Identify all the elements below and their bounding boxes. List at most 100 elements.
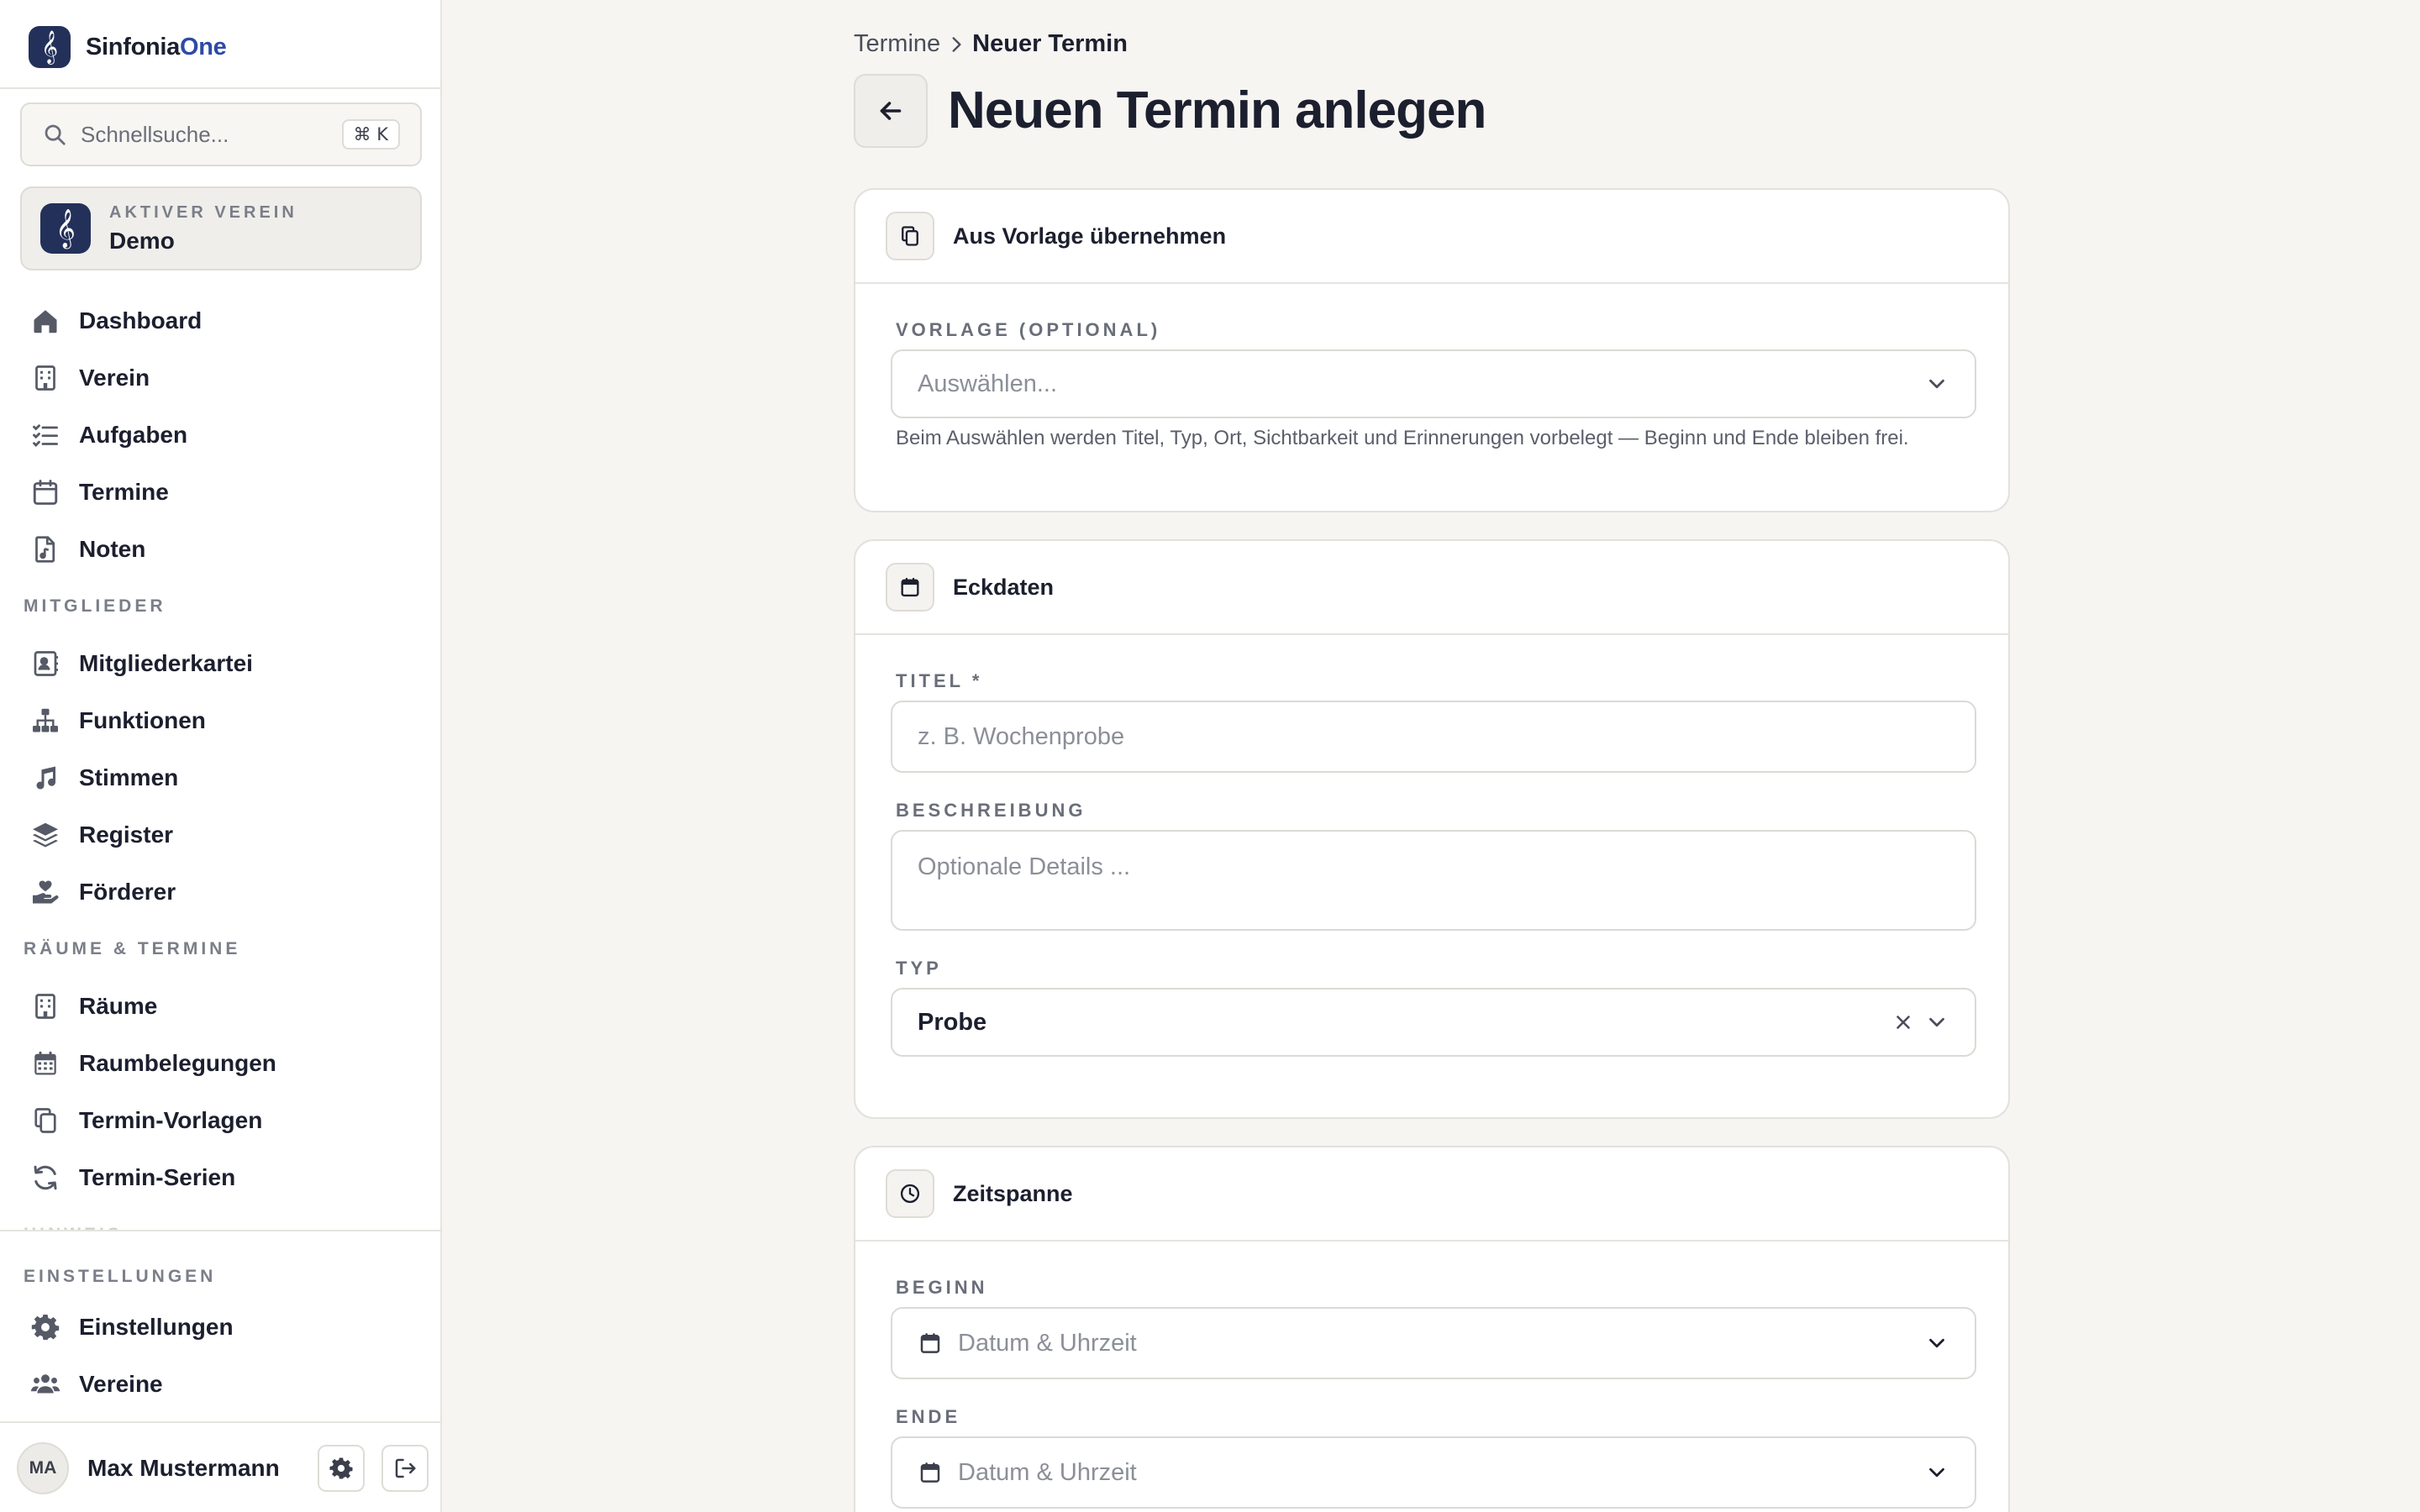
divider — [0, 1230, 440, 1231]
chevron-down-icon — [1929, 1467, 1944, 1478]
template-select-placeholder: Auswählen... — [918, 370, 1058, 397]
logout-button[interactable] — [381, 1445, 429, 1492]
start-datetime-picker[interactable]: Datum & Uhrzeit — [891, 1307, 1976, 1379]
active-club-name: Demo — [109, 227, 175, 254]
end-datetime-picker[interactable]: Datum & Uhrzeit — [891, 1436, 1976, 1509]
title-input-placeholder: z. B. Wochenprobe — [918, 722, 1125, 750]
contact-card-icon — [34, 651, 58, 676]
calendar-icon — [33, 480, 58, 505]
sidebar-item-stimmen[interactable]: Stimmen — [30, 754, 178, 801]
description-textarea[interactable]: Optionale Details ... — [891, 830, 1976, 931]
treble-clef-logo-icon: 𝄞 — [29, 26, 71, 68]
brand[interactable]: 𝄞 SinfoniaOne — [29, 25, 227, 69]
clock-icon — [886, 1169, 934, 1218]
calendar-icon — [886, 563, 934, 612]
timespan-card: Zeitspanne BEGINN Datum & Uhrzeit ENDE D… — [854, 1146, 2010, 1512]
section-heading-settings: EINSTELLUNGEN — [24, 1267, 217, 1286]
sidebar: 𝄞 SinfoniaOne Schnellsuche... ⌘ K 𝄞 AKTI… — [0, 0, 442, 1512]
sidebar-item-termin-vorlagen[interactable]: Termin-Vorlagen — [30, 1097, 262, 1144]
sidebar-item-raeume[interactable]: Räume — [30, 983, 157, 1030]
avatar[interactable]: MA — [17, 1442, 69, 1494]
template-card-title: Aus Vorlage übernehmen — [953, 223, 1227, 249]
user-name: Max Mustermann — [87, 1455, 280, 1481]
chevron-right-icon — [952, 36, 961, 52]
template-card: Aus Vorlage übernehmen VORLAGE (OPTIONAL… — [854, 188, 2010, 512]
gear-icon — [31, 1315, 60, 1340]
sidebar-nav[interactable]: Dashboard Verein Aufgaben Termine Noten … — [0, 286, 440, 1230]
home-icon — [34, 310, 57, 333]
chevron-down-icon — [1929, 379, 1944, 389]
search-placeholder: Schnellsuche... — [81, 121, 229, 147]
back-button[interactable] — [854, 74, 928, 148]
calendar-grid-icon — [34, 1051, 56, 1075]
org-chart-icon — [33, 708, 58, 732]
start-datetime-placeholder: Datum & Uhrzeit — [958, 1329, 1137, 1357]
user-bar: MA Max Mustermann — [17, 1441, 429, 1495]
copy-icon — [34, 1108, 56, 1133]
active-club-switcher[interactable]: 𝄞 AKTIVER VEREIN Demo — [20, 186, 422, 270]
sidebar-item-termin-serien[interactable]: Termin-Serien — [30, 1154, 235, 1201]
sidebar-item-einstellungen[interactable]: Einstellungen — [30, 1304, 234, 1351]
logout-icon — [395, 1458, 416, 1478]
breadcrumb-link-termine[interactable]: Termine — [854, 30, 940, 58]
title-field-label: TITEL * — [896, 670, 983, 691]
users-icon — [30, 1374, 60, 1394]
sidebar-item-raumbelegungen[interactable]: Raumbelegungen — [30, 1040, 276, 1087]
search-shortcut-badge: ⌘ K — [341, 119, 400, 150]
template-field-label: VORLAGE (OPTIONAL) — [896, 319, 1161, 340]
sidebar-item-noten[interactable]: Noten — [30, 526, 145, 573]
divider — [0, 87, 440, 89]
start-field-label: BEGINN — [896, 1277, 988, 1298]
building-icon — [35, 994, 55, 1019]
basics-card: Eckdaten TITEL * z. B. Wochenprobe BESCH… — [854, 539, 2010, 1119]
sidebar-item-mitgliederkartei[interactable]: Mitgliederkartei — [30, 640, 253, 687]
description-placeholder: Optionale Details ... — [918, 853, 1131, 880]
sidebar-item-termine[interactable]: Termine — [30, 469, 169, 516]
timespan-card-title: Zeitspanne — [953, 1180, 1073, 1206]
title-input[interactable]: z. B. Wochenprobe — [891, 701, 1976, 773]
search-icon — [45, 124, 66, 145]
type-field-label: TYP — [896, 958, 942, 979]
sidebar-item-foerderer[interactable]: Förderer — [30, 869, 176, 916]
breadcrumb: Termine Neuer Termin — [854, 30, 1128, 58]
description-field-label: BESCHREIBUNG — [896, 800, 1086, 821]
active-club-kicker: AKTIVER VEREIN — [109, 202, 297, 222]
gear-icon — [329, 1457, 353, 1479]
timespan-card-header: Zeitspanne — [855, 1147, 2008, 1242]
building-icon — [35, 365, 55, 391]
app-name: SinfoniaOne — [86, 33, 227, 60]
music-note-icon — [36, 766, 56, 790]
sidebar-item-register[interactable]: Register — [30, 811, 173, 858]
sidebar-item-dashboard[interactable]: Dashboard — [30, 297, 202, 344]
type-select[interactable]: Probe — [891, 988, 1976, 1057]
sidebar-item-aufgaben[interactable]: Aufgaben — [30, 412, 187, 459]
quick-search-input[interactable]: Schnellsuche... ⌘ K — [20, 102, 422, 166]
type-select-value: Probe — [918, 1008, 987, 1036]
sheet-music-file-icon — [35, 536, 55, 563]
sidebar-item-verein[interactable]: Verein — [30, 354, 150, 402]
basics-card-header: Eckdaten — [855, 541, 2008, 635]
chevron-down-icon — [1929, 1338, 1944, 1348]
sidebar-item-funktionen[interactable]: Funktionen — [30, 697, 206, 744]
calendar-icon — [920, 1333, 940, 1353]
page-title: Neuen Termin anlegen — [948, 81, 1486, 139]
chevron-down-icon — [1929, 1017, 1944, 1027]
end-field-label: ENDE — [896, 1406, 961, 1427]
copy-icon — [886, 212, 934, 260]
user-settings-button[interactable] — [318, 1445, 365, 1492]
section-heading-members: MITGLIEDER — [24, 596, 166, 616]
calendar-icon — [920, 1462, 940, 1483]
treble-clef-club-icon: 𝄞 — [40, 203, 91, 254]
arrow-left-icon — [880, 102, 902, 120]
sidebar-item-vereine[interactable]: Vereine — [30, 1361, 163, 1408]
layers-icon — [33, 822, 58, 848]
clear-icon[interactable] — [1892, 1011, 1914, 1033]
section-heading-rooms: RÄUME & TERMINE — [24, 939, 241, 958]
breadcrumb-current: Neuer Termin — [972, 30, 1128, 57]
end-datetime-placeholder: Datum & Uhrzeit — [958, 1458, 1137, 1486]
hand-heart-icon — [33, 880, 59, 904]
checklist-icon — [33, 424, 58, 448]
divider — [0, 1421, 440, 1423]
template-select[interactable]: Auswählen... — [891, 349, 1976, 418]
refresh-icon — [34, 1165, 57, 1190]
